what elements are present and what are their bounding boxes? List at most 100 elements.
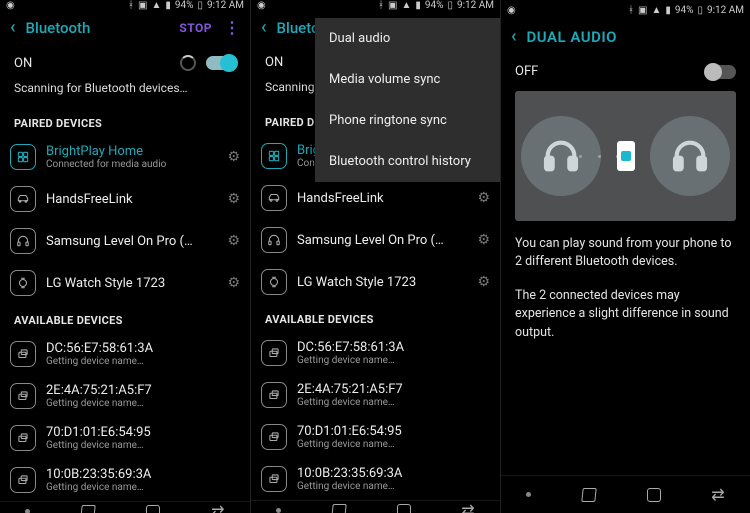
clock: 9:12 AM [207,0,244,11]
back-icon[interactable]: ‹ [10,19,16,37]
device-name: 70:D1:01:E6:54:95 [297,424,490,439]
battery-pct: 94% [175,0,194,11]
screen-bluetooth-menu-open: ◉ ᚼ ▣ ▲ ▮ 94% ▯ 9:12 AM ‹ Bluetooth ON S… [250,0,500,513]
device-name: 10:0B:23:35:69:3A [46,467,240,482]
device-icon [261,340,287,366]
device-icon [261,382,287,408]
device-name: LG Watch Style 1723 [46,276,221,291]
home-button[interactable] [146,505,160,513]
spinner-icon [180,55,196,71]
menu-item-media-volume-sync[interactable]: Media volume sync [315,59,500,100]
device-name: DC:56:E7:58:61:3A [46,341,240,356]
screen-bluetooth-main: ◉ ᚼ ▣ ▲ ▮ 94% ▯ 9:12 AM ‹ Bluetooth STOP… [0,0,250,513]
gear-icon[interactable]: ⚙ [477,190,490,206]
battery-pct: 94% [675,5,694,16]
device-status: Getting device name… [297,355,490,366]
home-button[interactable] [397,504,411,513]
watch-icon [261,269,287,295]
paired-section-header: PAIRED DEVICES [0,107,250,136]
device-status: Getting device name… [297,397,490,408]
gear-icon[interactable]: ⚙ [227,275,240,291]
bixby-icon[interactable] [526,492,531,497]
music-icon [621,151,631,161]
device-status: Getting device name… [297,439,490,450]
nav-back-button[interactable]: ⇄ [711,485,724,504]
device-name: BrightPlay Home [46,144,221,159]
dual-audio-state-label: OFF [515,64,538,79]
bt-toggle[interactable] [206,56,236,70]
device-icon [10,425,36,451]
gear-icon[interactable]: ⚙ [227,149,240,165]
stop-button[interactable]: STOP [179,21,212,35]
headphones-icon [261,227,287,253]
nav-back-button[interactable]: ⇄ [211,502,224,513]
dual-audio-desc-1: You can play sound from your phone to 2 … [501,235,750,287]
app-header: ‹ Bluetooth STOP ⋮ [0,11,250,45]
gps-icon: ◉ [257,0,266,11]
menu-item-phone-ringtone-sync[interactable]: Phone ringtone sync [315,100,500,141]
available-device[interactable]: DC:56:E7:58:61:3A Getting device name… [0,333,250,375]
clock: 9:12 AM [707,5,744,16]
menu-item-bt-control-history[interactable]: Bluetooth control history [315,141,500,182]
available-device[interactable]: 2E:4A:75:21:A5:F7 Getting device name… [0,375,250,417]
paired-device[interactable]: LG Watch Style 1723 ⚙ [0,262,250,304]
watch-icon [10,270,36,296]
available-device[interactable]: 10:0B:23:35:69:3AGetting device name… [251,458,500,500]
wifi-icon: ▲ [651,5,661,16]
gps-icon: ◉ [507,5,516,16]
signal-icon: ▮ [415,0,421,11]
device-icon [261,424,287,450]
battery-icon: ▯ [447,0,453,11]
gear-icon[interactable]: ⚙ [227,233,240,249]
device-icon [10,383,36,409]
paired-device[interactable]: HandsFreeLink ⚙ [0,178,250,220]
home-button[interactable] [647,488,661,502]
paired-device[interactable]: BrightPlay Home Connected for media audi… [0,136,250,178]
available-section-header: AVAILABLE DEVICES [251,303,500,332]
dual-audio-desc-2: The 2 connected devices may experience a… [501,287,750,357]
recent-apps-button[interactable] [581,488,596,502]
status-bar: ◉ ᚼ ▣ ▲ ▮ 94% ▯ 9:12 AM [251,0,500,11]
device-status: Getting device name… [46,482,240,493]
gear-icon[interactable]: ⚙ [227,191,240,207]
paired-device[interactable]: LG Watch Style 1723 ⚙ [251,261,500,303]
available-device[interactable]: DC:56:E7:58:61:3AGetting device name… [251,332,500,374]
nfc-icon: ▣ [638,5,647,16]
paired-device[interactable]: HandsFreeLink ⚙ [251,177,500,219]
battery-pct: 94% [425,0,444,11]
more-icon[interactable]: ⋮ [224,24,240,32]
back-icon[interactable]: ‹ [261,19,267,37]
bluetooth-icon: ᚼ [128,0,134,11]
bt-state-label: ON [14,56,32,71]
bixby-icon[interactable] [276,508,281,513]
nav-bar: ⇄ [251,500,500,513]
clock: 9:12 AM [457,0,494,11]
wifi-icon: ▲ [401,0,411,11]
device-icon [10,341,36,367]
device-name: DC:56:E7:58:61:3A [297,340,490,355]
gps-icon: ◉ [6,0,15,11]
available-device[interactable]: 70:D1:01:E6:54:95Getting device name… [251,416,500,458]
battery-icon: ▯ [197,0,203,11]
car-icon [10,186,36,212]
back-icon[interactable]: ‹ [511,28,517,46]
menu-item-dual-audio[interactable]: Dual audio [315,18,500,59]
recent-apps-button[interactable] [331,504,346,513]
phone-icon [617,141,635,171]
nav-back-button[interactable]: ⇄ [461,501,474,513]
speaker-icon [10,144,36,170]
gear-icon[interactable]: ⚙ [477,274,490,290]
paired-device[interactable]: Samsung Level On Pro (… ⚙ [0,220,250,262]
recent-apps-button[interactable] [81,505,96,513]
bixby-icon[interactable] [25,509,30,513]
wifi-icon: ▲ [151,0,161,11]
available-device[interactable]: 70:D1:01:E6:54:95 Getting device name… [0,417,250,459]
nav-bar: ⇄ [0,501,250,513]
nfc-icon: ▣ [388,0,397,11]
dual-audio-toggle[interactable] [706,65,736,79]
available-device[interactable]: 10:0B:23:35:69:3A Getting device name… [0,459,250,501]
available-device[interactable]: 2E:4A:75:21:A5:F7Getting device name… [251,374,500,416]
status-bar: ◉ ᚼ ▣ ▲ ▮ 94% ▯ 9:12 AM [501,0,750,20]
paired-device[interactable]: Samsung Level On Pro (… ⚙ [251,219,500,261]
gear-icon[interactable]: ⚙ [477,232,490,248]
